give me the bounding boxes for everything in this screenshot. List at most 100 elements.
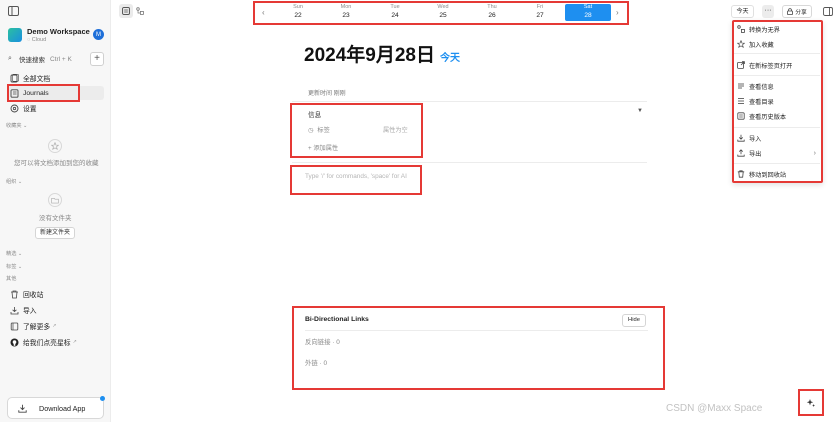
share-label: 分享 xyxy=(795,10,807,16)
more-options-button[interactable]: ··· xyxy=(762,5,774,18)
picked-section-label[interactable]: 精选 ⌄ xyxy=(6,250,22,257)
tag-label: 标签 xyxy=(317,127,330,134)
menu-item-label: 在新标签页打开 xyxy=(749,62,793,70)
menu-item-label: 加入收藏 xyxy=(749,41,774,49)
day-number: 23 xyxy=(342,12,350,19)
workspace-sync-status: ◌ Cloud xyxy=(27,37,46,43)
menu-item-import[interactable]: 导入 xyxy=(734,131,820,145)
workspace-switcher[interactable]: Demo Workspace ◌ Cloud M xyxy=(8,27,104,46)
editor-placeholder[interactable]: Type '/' for commands, 'space' for AI xyxy=(305,173,407,180)
chevron-right-icon: › xyxy=(813,149,816,157)
menu-item-move-to-trash[interactable]: 移动到回收站 xyxy=(734,167,820,181)
share-button[interactable]: 分享 xyxy=(782,5,812,18)
week-day-mon[interactable]: Mon 23 xyxy=(323,4,369,21)
other-section-label[interactable]: 其他 xyxy=(6,275,16,282)
download-icon xyxy=(18,404,27,413)
sidebar: Demo Workspace ◌ Cloud M ⌕ 快速搜索 Ctrl + K… xyxy=(0,0,111,422)
page-mode-icon[interactable] xyxy=(119,4,133,18)
menu-item-convert-edgeless[interactable]: 转换为无界 xyxy=(734,22,820,36)
chevron-down-icon: ⌄ xyxy=(23,123,28,129)
menu-item-label: 导入 xyxy=(749,135,762,143)
page-title[interactable]: 2024年9月28日 今天 xyxy=(304,40,460,67)
avatar[interactable]: M xyxy=(93,29,104,40)
new-doc-button[interactable]: + xyxy=(90,52,104,66)
journals-highlight xyxy=(7,84,80,102)
day-name: Wed xyxy=(437,4,449,10)
export-icon xyxy=(737,149,745,157)
search-shortcut: Ctrl + K xyxy=(50,55,72,63)
tag-property-row[interactable]: ◷ 标签 属性为空 xyxy=(308,125,448,134)
trash-icon xyxy=(11,290,18,298)
week-day-sun[interactable]: Sun 22 xyxy=(275,4,321,21)
week-day-tue[interactable]: Tue 24 xyxy=(372,4,418,21)
star-icon xyxy=(48,139,62,153)
right-panel-toggle-icon[interactable] xyxy=(821,5,834,18)
week-day-wed[interactable]: Wed 25 xyxy=(420,4,466,21)
info-section-title[interactable]: 信息 xyxy=(308,109,321,119)
tag-icon: ◷ xyxy=(308,127,314,134)
menu-item-export[interactable]: 导出 › xyxy=(734,146,820,160)
lock-icon xyxy=(787,8,794,15)
tags-section-label[interactable]: 标签 ⌄ xyxy=(6,263,22,270)
favorites-section-label[interactable]: 收藏夹 ⌄ xyxy=(6,122,27,129)
sidebar-item-label: 了解更多 xyxy=(23,324,51,331)
day-number: 26 xyxy=(488,12,496,19)
add-property-label: 添加属性 xyxy=(313,145,339,152)
star-icon xyxy=(737,40,745,48)
menu-item-open-new-tab[interactable]: 在新标签页打开 xyxy=(734,58,820,72)
sidebar-item-learn-more[interactable]: 了解更多 ↗ xyxy=(7,319,104,333)
history-icon xyxy=(737,112,745,120)
other-label-text: 其他 xyxy=(6,276,17,282)
menu-item-label: 查看目录 xyxy=(749,98,774,106)
docs-icon xyxy=(10,73,19,82)
organize-section-label[interactable]: 组织 ⌄ xyxy=(6,178,22,185)
week-prev-button[interactable]: ‹ xyxy=(262,8,265,17)
menu-separator xyxy=(734,127,820,128)
today-link[interactable]: 今天 xyxy=(440,53,460,64)
menu-item-add-favorite[interactable]: 加入收藏 xyxy=(734,37,820,51)
search-label: 快速搜索 xyxy=(19,57,45,64)
menu-separator xyxy=(734,53,820,54)
menu-item-view-info[interactable]: 查看信息 xyxy=(734,79,820,93)
ai-sparkle-icon[interactable] xyxy=(804,396,818,410)
sidebar-item-import[interactable]: 导入 xyxy=(7,303,104,317)
sidebar-item-all-docs[interactable]: 全部文档 xyxy=(7,71,104,85)
day-name: Sat xyxy=(583,4,593,10)
week-next-button[interactable]: › xyxy=(616,8,619,17)
import-icon xyxy=(10,306,19,314)
outlinks-count[interactable]: 外链 · 0 xyxy=(305,358,327,367)
hide-button[interactable]: Hide xyxy=(622,314,646,327)
menu-item-view-toc[interactable]: 查看目录 xyxy=(734,94,820,108)
external-link-icon: ↗ xyxy=(72,339,77,345)
folder-icon xyxy=(48,193,62,207)
week-day-sat-selected[interactable]: Sat 28 xyxy=(565,4,611,21)
menu-item-label: 移动到回收站 xyxy=(749,171,787,179)
week-day-fri[interactable]: Fri 27 xyxy=(517,4,563,21)
menu-separator xyxy=(734,75,820,76)
sync-label: Cloud xyxy=(31,37,47,43)
tag-empty-value[interactable]: 属性为空 xyxy=(383,125,408,134)
favorites-label-text: 收藏夹 xyxy=(6,123,22,129)
today-button[interactable]: 今天 xyxy=(731,5,754,18)
menu-item-view-history[interactable]: 查看历史版本 xyxy=(734,109,820,123)
backlinks-count[interactable]: 反向链接 · 0 xyxy=(305,337,340,346)
quick-search-button[interactable]: ⌕ 快速搜索 Ctrl + K xyxy=(8,52,86,66)
add-property-button[interactable]: + 添加属性 xyxy=(308,143,338,152)
edgeless-mode-icon[interactable] xyxy=(133,4,147,18)
sidebar-item-trash[interactable]: 回收站 xyxy=(7,287,104,301)
sidebar-item-settings[interactable]: 设置 xyxy=(7,101,104,115)
day-number: 22 xyxy=(294,12,302,19)
sidebar-item-label: 设置 xyxy=(23,106,37,113)
collapse-caret-icon[interactable]: ▼ xyxy=(637,108,643,114)
view-mode-toggle[interactable] xyxy=(119,4,147,18)
day-name: Tue xyxy=(390,4,400,10)
download-app-label: Download App xyxy=(39,403,86,413)
new-folder-button[interactable]: 新建文件夹 xyxy=(35,227,75,239)
menu-item-label: 转换为无界 xyxy=(749,26,780,34)
sidebar-item-label: 全部文档 xyxy=(23,76,51,83)
sidebar-item-github-star[interactable]: 给我们点亮星标 ↗ xyxy=(7,335,104,349)
week-day-thu[interactable]: Thu 26 xyxy=(469,4,515,21)
download-app-button[interactable]: Download App xyxy=(7,397,104,419)
day-number: 25 xyxy=(439,12,447,19)
sidebar-toggle-icon[interactable] xyxy=(7,5,19,17)
